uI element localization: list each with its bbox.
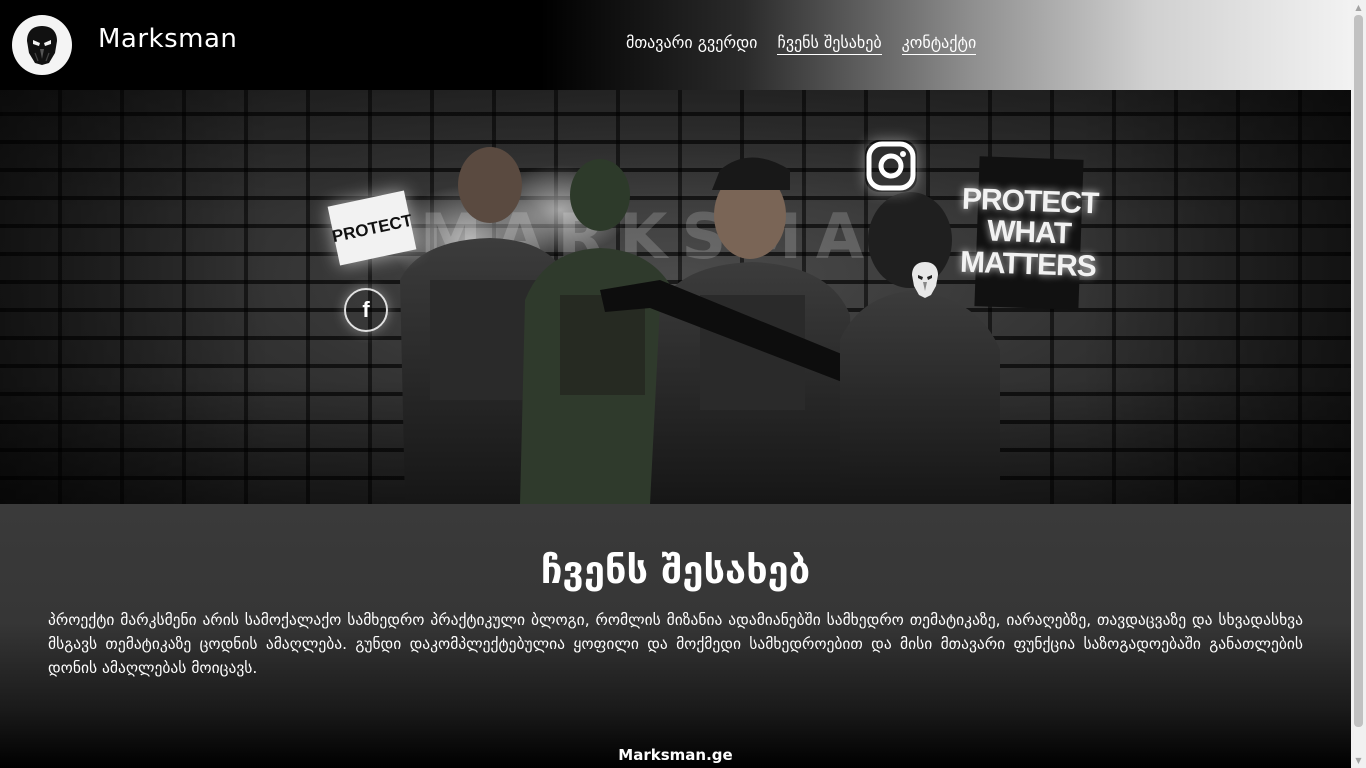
nav-link-about[interactable]: ჩვენს შესახებ xyxy=(777,33,882,55)
protect-what-matters-sign: PROTECT WHAT MATTERS xyxy=(959,156,1099,310)
about-section: ჩვენს შესახებ პროექტი მარკსმენი არის სამ… xyxy=(0,504,1351,768)
site-header: Marksman მთავარი გვერდი ჩვენს შესახებ კო… xyxy=(0,0,1351,90)
vertical-scrollbar[interactable]: ▲ ▼ xyxy=(1351,0,1366,768)
hero-team-photo xyxy=(390,147,1000,504)
logo-link[interactable] xyxy=(12,15,72,75)
mask-badge-icon xyxy=(912,262,938,298)
instagram-glyph-icon xyxy=(866,141,916,191)
nav-link-contact[interactable]: კონტაქტი xyxy=(901,33,977,55)
nav-link-home[interactable]: მთავარი გვერდი xyxy=(626,33,757,55)
about-description: პროექტი მარკსმენი არის სამოქალაქო სამხედ… xyxy=(48,611,1303,677)
mask-logo-icon xyxy=(27,26,57,65)
scrollbar-thumb[interactable] xyxy=(1354,15,1363,727)
about-title: ჩვენს შესახებ xyxy=(540,548,811,592)
instagram-icon[interactable] xyxy=(865,140,917,192)
facebook-icon[interactable]: f xyxy=(344,288,388,332)
brand-name: Marksman xyxy=(98,24,238,54)
page: Marksman მთავარი გვერდი ჩვენს შესახებ კო… xyxy=(0,0,1351,768)
footer-site-name[interactable]: Marksman.ge xyxy=(0,746,1351,764)
hero-banner: MARKSMAN PROTECT PROTECT WHAT MATTERS f xyxy=(0,90,1351,504)
main-nav: მთავარი გვერდი ჩვენს შესახებ კონტაქტი xyxy=(626,33,977,55)
scroll-up-arrow-icon[interactable]: ▲ xyxy=(1351,0,1366,15)
scroll-down-arrow-icon[interactable]: ▼ xyxy=(1351,753,1366,768)
